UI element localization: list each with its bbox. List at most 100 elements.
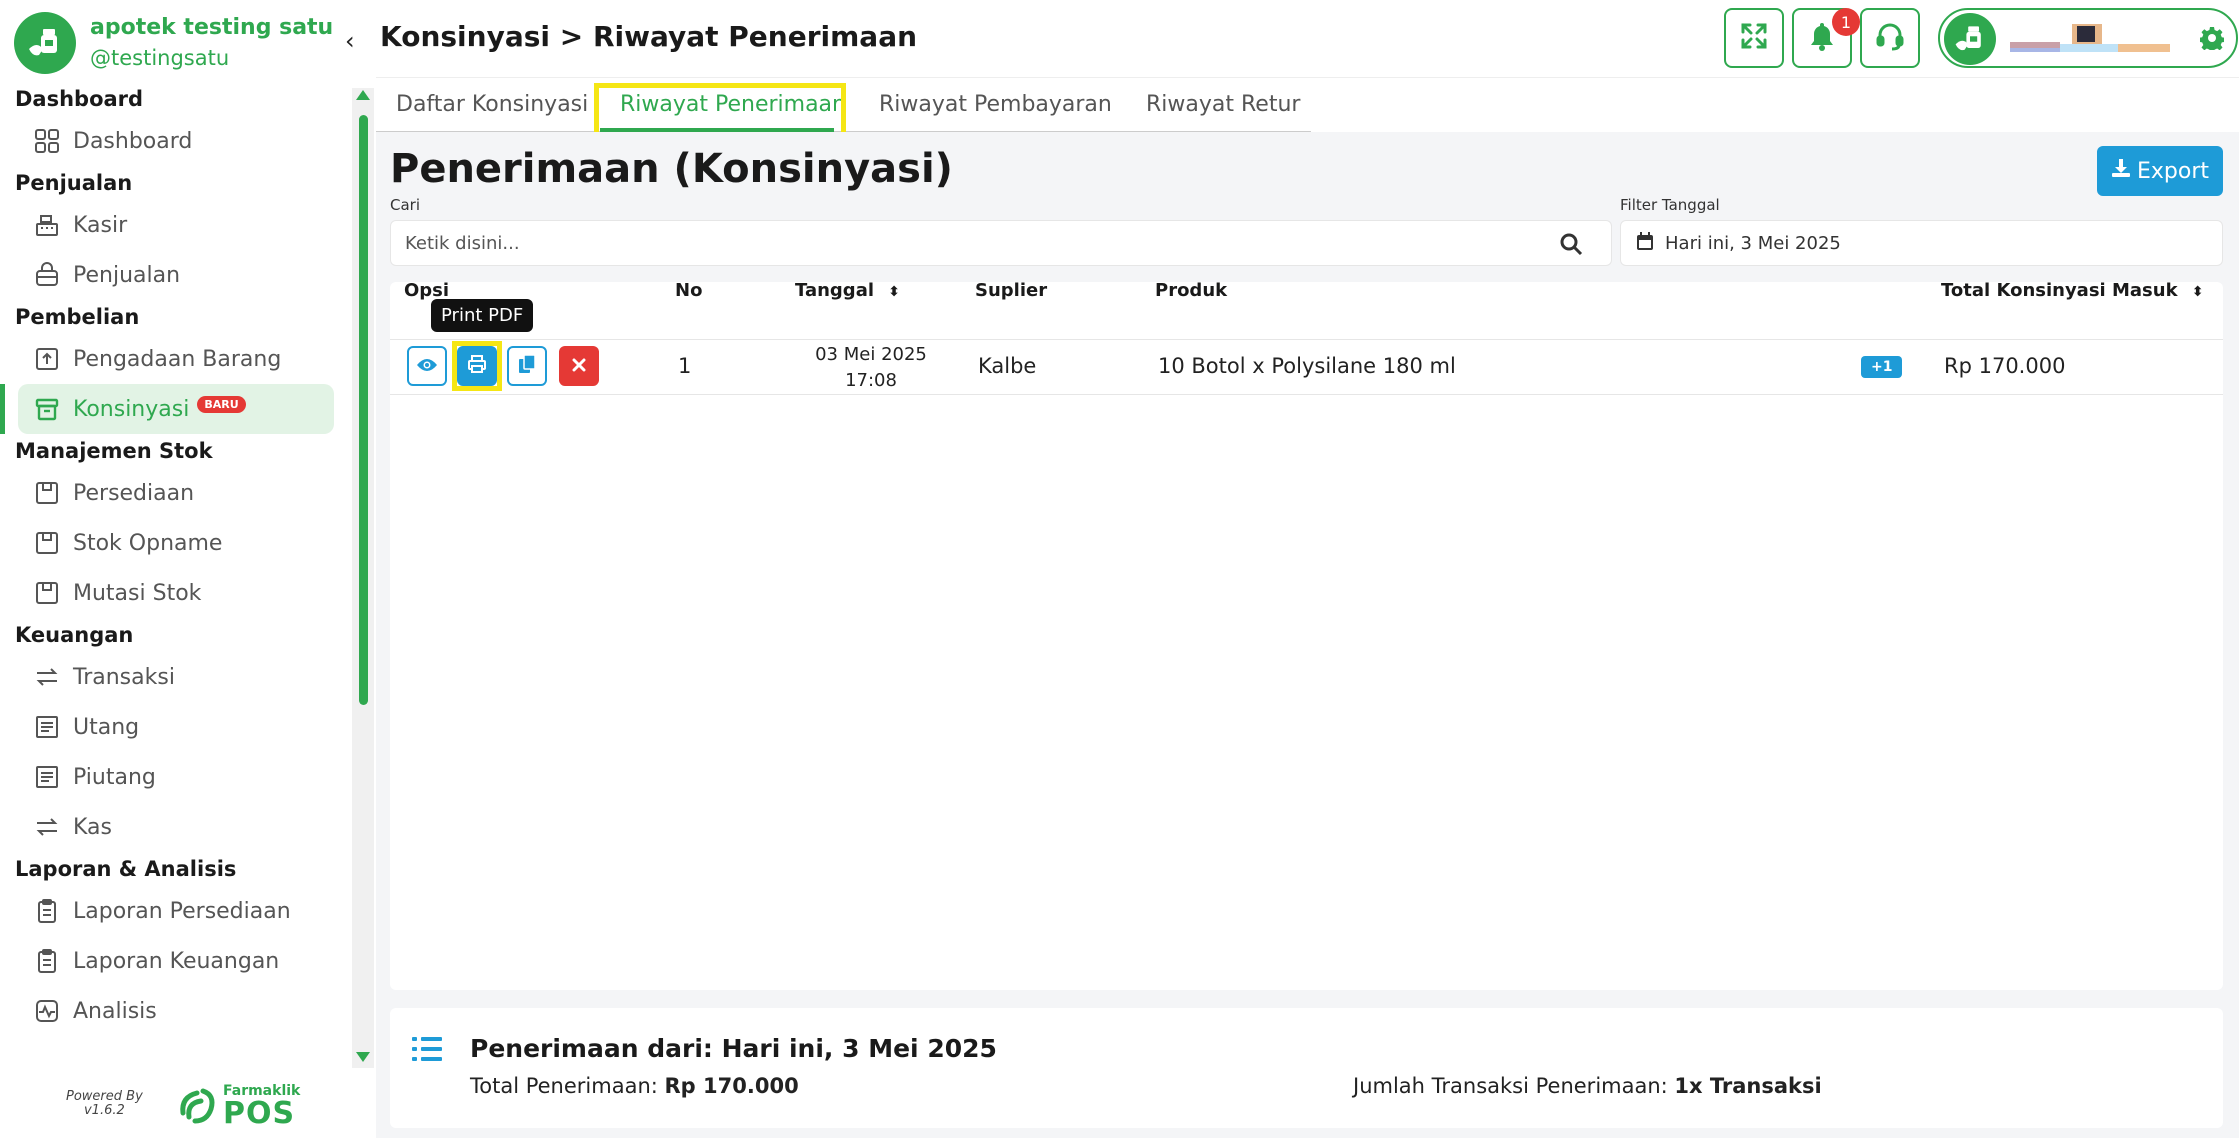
ledger-icon xyxy=(33,713,61,741)
nav-section-laporan: Laporan & Analisis xyxy=(15,857,237,881)
sidebar-item-utang[interactable]: Utang xyxy=(0,702,352,752)
sidebar-item-laporan-persediaan[interactable]: Laporan Persediaan xyxy=(0,886,352,936)
tab-riwayat-retur[interactable]: Riwayat Retur xyxy=(1146,92,1300,117)
notification-button[interactable]: 1 xyxy=(1792,8,1860,68)
profile-name-redacted xyxy=(2010,24,2170,52)
fullscreen-button[interactable] xyxy=(1724,8,1784,68)
sidebar-item-stok-opname[interactable]: Stok Opname xyxy=(0,518,352,568)
sidebar-item-label: Piutang xyxy=(73,764,156,790)
view-button[interactable] xyxy=(407,346,447,386)
sort-icon[interactable]: ⬍ xyxy=(2192,284,2204,300)
summary-total: Total Penerimaan: Rp 170.000 xyxy=(470,1074,799,1098)
collapse-sidebar-chevron-icon[interactable]: ‹ xyxy=(345,27,355,55)
column-header-no: No xyxy=(675,280,703,301)
close-icon xyxy=(572,357,586,376)
grid-icon xyxy=(33,127,61,155)
exchange-icon xyxy=(33,663,61,691)
sidebar-item-mutasi-stok[interactable]: Mutasi Stok xyxy=(0,568,352,618)
cash-register-icon xyxy=(33,211,61,239)
farmaklik-pos-logo: Farmaklik POS xyxy=(175,1082,300,1129)
farmaklik-logo-icon xyxy=(180,1088,215,1124)
download-icon xyxy=(2111,158,2131,184)
profile-menu[interactable] xyxy=(1938,8,2238,68)
nav-section-pembelian: Pembelian xyxy=(15,305,140,329)
tab-daftar-konsinyasi[interactable]: Daftar Konsinyasi xyxy=(396,92,588,117)
summary-count-value: 1x Transaksi xyxy=(1674,1074,1822,1098)
column-header-tanggal[interactable]: Tanggal ⬍ xyxy=(795,280,900,301)
search-icon[interactable] xyxy=(1559,232,1583,260)
breadcrumb: Konsinyasi > Riwayat Penerimaan xyxy=(380,20,918,53)
sidebar-item-label: Laporan Persediaan xyxy=(73,898,291,924)
cell-total: Rp 170.000 xyxy=(1944,354,2066,378)
support-button[interactable] xyxy=(1860,8,1920,68)
cell-tanggal: 03 Mei 2025 17:08 xyxy=(815,344,927,391)
sidebar-item-laporan-keuangan[interactable]: Laporan Keuangan xyxy=(0,936,352,986)
sidebar-item-transaksi[interactable]: Transaksi xyxy=(0,652,352,702)
nav-section-dashboard: Dashboard xyxy=(15,87,144,111)
header-divider xyxy=(390,339,2223,340)
scroll-up-arrow-icon[interactable] xyxy=(356,90,370,100)
activity-icon xyxy=(33,997,61,1025)
brand-name: apotek testing satu xyxy=(90,15,334,40)
table-card xyxy=(390,282,2223,990)
column-header-total[interactable]: Total Konsinyasi Masuk ⬍ xyxy=(1941,280,2204,301)
inventory-icon xyxy=(33,579,61,607)
search-input[interactable] xyxy=(405,221,1555,265)
page-title: Penerimaan (Konsinyasi) xyxy=(390,146,953,192)
summary-total-value: Rp 170.000 xyxy=(664,1074,799,1098)
sidebar-item-konsinyasi[interactable]: Konsinyasi BARU xyxy=(0,384,334,434)
tab-riwayat-pembayaran[interactable]: Riwayat Pembayaran xyxy=(879,92,1112,117)
highlight-box-print xyxy=(452,341,502,391)
sidebar-item-kas[interactable]: Kas xyxy=(0,802,352,852)
delete-button[interactable] xyxy=(559,346,599,386)
sidebar-item-penjualan[interactable]: Penjualan xyxy=(0,250,352,300)
cell-no: 1 xyxy=(678,354,692,378)
export-label: Export xyxy=(2136,158,2209,184)
sidebar-item-label: Laporan Keuangan xyxy=(73,948,280,974)
row-divider xyxy=(390,394,2223,395)
sidebar-item-label: Pengadaan Barang xyxy=(73,346,282,372)
gear-icon[interactable] xyxy=(2199,26,2225,54)
nav-section-penjualan: Penjualan xyxy=(15,171,133,195)
sidebar-item-label: Persediaan xyxy=(73,480,195,506)
scroll-down-arrow-icon[interactable] xyxy=(356,1052,370,1062)
nav-section-keuangan: Keuangan xyxy=(15,623,134,647)
headset-icon xyxy=(1875,21,1905,55)
sidebar-item-label: Dashboard xyxy=(73,128,193,154)
tabs-bar: Daftar Konsinyasi Riwayat Penerimaan Riw… xyxy=(376,80,2239,141)
cell-suplier: Kalbe xyxy=(978,354,1037,378)
sort-icon[interactable]: ⬍ xyxy=(888,284,900,300)
sidebar-item-dashboard[interactable]: Dashboard xyxy=(0,116,352,166)
filter-date-label: Filter Tanggal xyxy=(1620,196,1720,214)
sidebar-item-persediaan[interactable]: Persediaan xyxy=(0,468,352,518)
sidebar-item-analisis[interactable]: Analisis xyxy=(0,986,352,1036)
print-pdf-tooltip: Print PDF xyxy=(431,299,534,332)
archive-box-icon xyxy=(33,395,61,423)
sidebar-item-pengadaan-barang[interactable]: Pengadaan Barang xyxy=(0,334,352,384)
search-label: Cari xyxy=(390,196,420,214)
date-filter-field[interactable]: Hari ini, 3 Mei 2025 xyxy=(1620,220,2223,266)
eye-icon xyxy=(416,357,438,376)
sidebar-item-piutang[interactable]: Piutang xyxy=(0,752,352,802)
more-products-badge[interactable]: +1 xyxy=(1861,356,1903,378)
top-header: Konsinyasi > Riwayat Penerimaan 1 xyxy=(376,0,2239,78)
sidebar-item-label: Kasir xyxy=(73,212,128,238)
summary-card: Penerimaan dari: Hari ini, 3 Mei 2025 To… xyxy=(390,1008,2223,1128)
main-content: Penerimaan (Konsinyasi) Export Cari Filt… xyxy=(376,132,2239,1138)
inventory-icon xyxy=(33,529,61,557)
notification-count-badge: 1 xyxy=(1832,8,1860,36)
export-button[interactable]: Export xyxy=(2097,146,2223,196)
clipboard-icon xyxy=(33,897,61,925)
ledger-icon xyxy=(33,763,61,791)
sidebar-item-kasir[interactable]: Kasir xyxy=(0,200,352,250)
search-field[interactable] xyxy=(390,220,1612,266)
brand-username: @testingsatu xyxy=(90,46,230,70)
summary-title: Penerimaan dari: Hari ini, 3 Mei 2025 xyxy=(470,1034,997,1063)
copy-button[interactable] xyxy=(507,346,547,386)
avatar xyxy=(1944,13,1996,65)
scrollbar-thumb[interactable] xyxy=(359,115,368,705)
copy-icon xyxy=(518,354,536,378)
column-header-produk: Produk xyxy=(1155,280,1228,301)
date-filter-value: Hari ini, 3 Mei 2025 xyxy=(1665,232,1841,254)
nav-section-manajemen-stok: Manajemen Stok xyxy=(15,439,213,463)
